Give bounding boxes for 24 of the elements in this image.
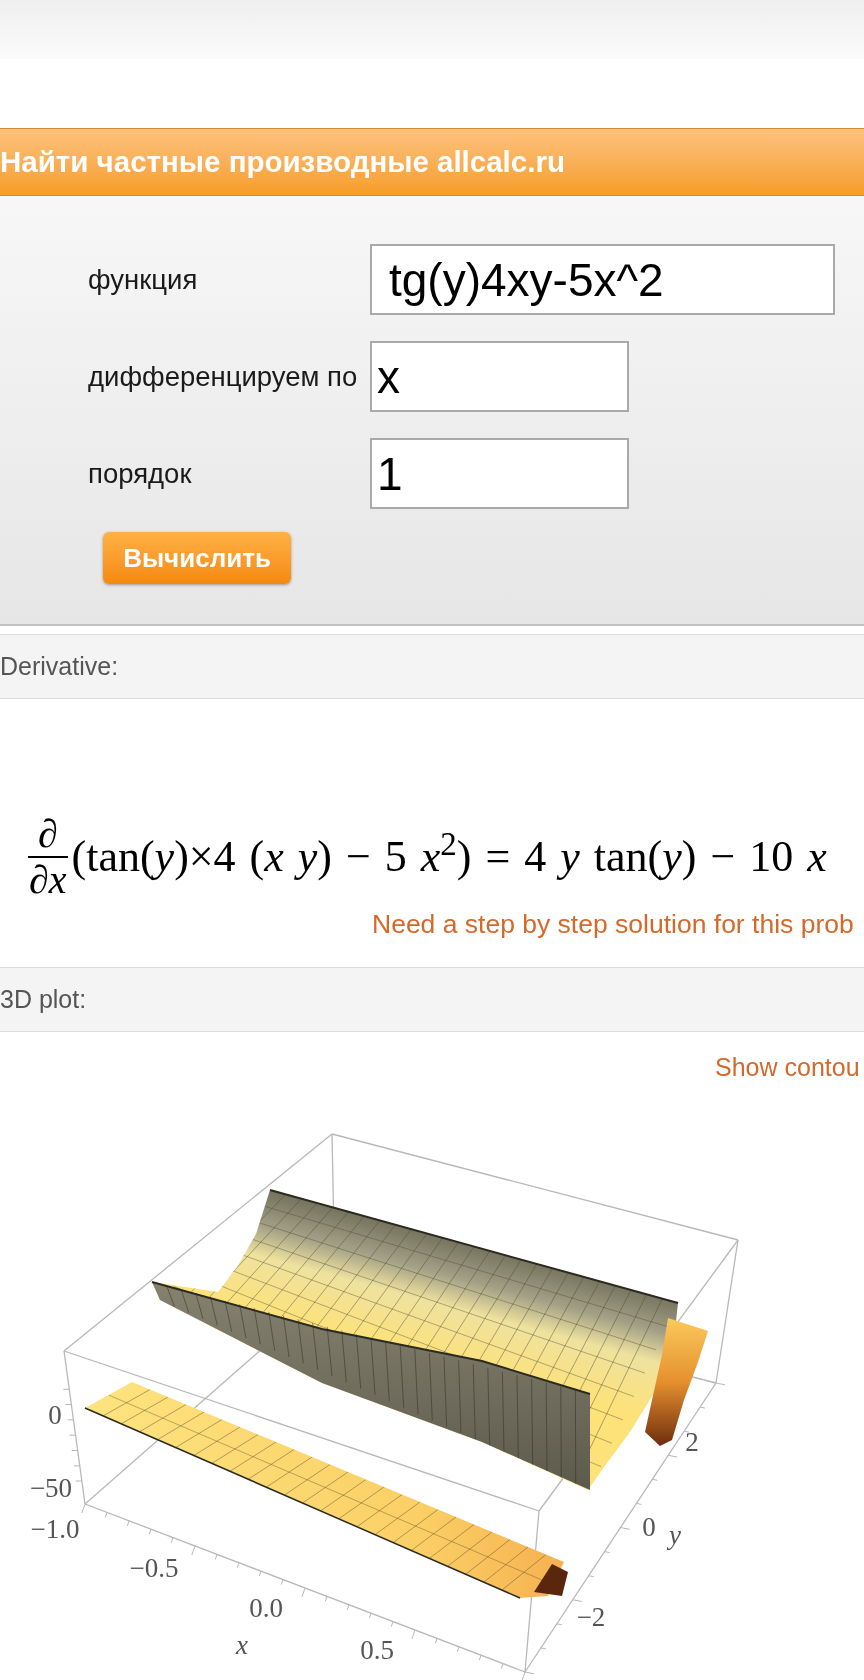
x-tick-label: 0.0: [249, 1593, 283, 1623]
x-tick-label: 0.5: [360, 1635, 394, 1665]
y-tick-label: 0: [642, 1512, 656, 1542]
partial-derivative-operator: ∂ ∂x: [28, 812, 68, 902]
y-tick-label: 2: [685, 1427, 699, 1457]
field-label: функция: [88, 265, 198, 294]
text-input[interactable]: 1: [370, 438, 629, 509]
x-tick-label: −1.0: [30, 1514, 80, 1544]
step-solution-link[interactable]: Need a step by step solution for this prob: [372, 909, 854, 939]
z-tick-label: 0: [48, 1400, 62, 1430]
page-title: Найти частные производные allcalc.ru: [0, 147, 565, 177]
section-title: Derivative:: [0, 654, 119, 679]
contour-link[interactable]: Show contou: [715, 1053, 860, 1081]
x-axis-label: x: [236, 1630, 248, 1660]
text-input[interactable]: tg(y)4xy-5x^2: [370, 244, 835, 315]
x-tick-label: −0.5: [129, 1553, 179, 1583]
y-tick-label: −2: [576, 1602, 606, 1632]
field-label: порядок: [88, 459, 192, 488]
text-input[interactable]: x: [370, 341, 629, 412]
z-tick-label: −50: [29, 1473, 73, 1503]
derivative-expression: (tan(y)×4 (x y) − 5 x$^{2}$) = 4 y tan(y) − 10 x: [71, 831, 827, 883]
y-axis-label: y: [669, 1520, 681, 1550]
field-label: дифференцируем по: [88, 362, 358, 391]
section-title: 3D plot:: [0, 987, 87, 1012]
